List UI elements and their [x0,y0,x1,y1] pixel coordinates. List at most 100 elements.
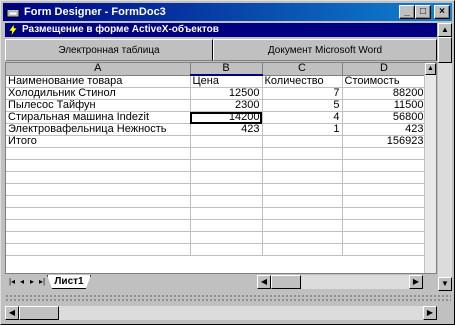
table-cell[interactable] [342,231,427,244]
table-cell[interactable]: 88200 [342,87,427,100]
table-cell[interactable]: 5 [262,99,343,112]
outer-horizontal-scrollbar[interactable]: ◀ ▶ [5,306,437,320]
table-cell[interactable] [342,219,427,232]
maximize-button[interactable]: □ [415,5,431,19]
sheet-scroll-up-arrow-icon[interactable]: ▲ [425,63,436,75]
table-cell[interactable]: Электровафельница Нежность [6,123,191,136]
table-cell[interactable]: 2300 [190,99,263,112]
table-cell[interactable] [190,219,263,232]
table-cell[interactable]: Стоимость [342,75,427,88]
tab-spreadsheet[interactable]: Электронная таблица [5,39,213,61]
table-cell[interactable] [342,195,427,208]
form-grid-dots [5,294,451,302]
table-cell[interactable] [6,219,191,232]
table-cell[interactable] [342,207,427,220]
sheet-scroll-right-arrow-icon[interactable]: ▶ [409,275,423,289]
subwindow-title: Размещение в форме ActiveX-объектов [22,24,219,35]
table-cell[interactable] [190,135,263,148]
table-cell[interactable]: 11500 [342,99,427,112]
scroll-thumb[interactable] [438,37,452,63]
table-cell[interactable] [262,147,343,160]
table-cell[interactable] [262,183,343,196]
table-cell[interactable]: Количество [262,75,343,88]
table-cell[interactable] [190,159,263,172]
table-cell[interactable] [262,171,343,184]
table-cell[interactable]: 12500 [190,87,263,100]
table-cell[interactable]: 1 [262,123,343,136]
table-cell[interactable]: 7 [262,87,343,100]
table-cell[interactable]: 4 [262,111,343,124]
spreadsheet-grid[interactable]: A B C D Наименование товара Цена Количеств… [6,63,427,256]
column-header-c[interactable]: C [262,63,343,76]
table-cell[interactable] [342,183,427,196]
table-cell[interactable] [6,231,191,244]
table-cell[interactable] [262,195,343,208]
table-cell[interactable] [342,147,427,160]
close-button[interactable]: × [434,5,450,19]
title-bar[interactable]: Form Designer - FormDoc3 _ □ × [3,3,452,21]
table-cell[interactable] [342,159,427,172]
table-row [6,171,427,184]
column-header-d[interactable]: D [342,63,427,76]
table-cell[interactable] [6,207,191,220]
table-cell[interactable] [190,171,263,184]
table-cell[interactable]: 156923 [342,135,427,148]
table-cell[interactable] [190,231,263,244]
table-cell[interactable]: Пылесос Тайфун [6,99,191,112]
sheet-tab[interactable]: Лист1 [47,275,91,289]
table-cell[interactable] [190,243,263,256]
form-designer-icon[interactable] [6,5,20,19]
scroll-corner [438,306,452,320]
table-cell[interactable] [342,171,427,184]
table-cell[interactable] [262,219,343,232]
column-header-b[interactable]: B [190,63,263,76]
table-cell[interactable] [6,159,191,172]
table-row: Итого 156923 [6,135,427,148]
table-cell[interactable] [190,207,263,220]
tab-word-document[interactable]: Документ Microsoft Word [213,39,437,61]
table-row [6,219,427,232]
table-row: Пылесос Тайфун 2300 5 11500 [6,99,427,112]
table-cell[interactable] [190,147,263,160]
table-cell[interactable] [190,195,263,208]
table-cell[interactable] [190,183,263,196]
next-sheet-icon[interactable]: ▸ [27,276,37,288]
minimize-button[interactable]: _ [399,5,415,19]
table-cell[interactable]: Наименование товара [6,75,191,88]
table-cell[interactable] [262,207,343,220]
table-cell[interactable] [6,147,191,160]
sheet-vertical-scrollbar[interactable]: ▲ [424,63,436,273]
spreadsheet[interactable]: A B C D Наименование товара Цена Количеств… [5,62,437,274]
table-cell[interactable] [342,243,427,256]
subwindow-title-bar[interactable]: Размещение в форме ActiveX-объектов [5,23,437,37]
table-cell[interactable]: 423 [190,123,263,136]
table-cell[interactable]: Итого [6,135,191,148]
column-header-a[interactable]: A [6,63,191,76]
table-cell[interactable]: Стиральная машина Indezit [6,111,191,124]
table-cell[interactable]: 56800 [342,111,427,124]
scroll-up-arrow-icon[interactable]: ▲ [438,23,452,37]
hscroll-thumb[interactable] [19,306,59,320]
table-cell[interactable] [6,243,191,256]
table-cell[interactable] [262,135,343,148]
scroll-left-arrow-icon[interactable]: ◀ [5,306,19,320]
table-cell[interactable]: Цена [190,75,263,88]
sheet-hscroll-thumb[interactable] [271,275,301,289]
table-cell[interactable]: Холодильник Стинол [6,87,191,100]
scroll-down-arrow-icon[interactable]: ▼ [438,277,452,291]
table-cell[interactable]: 14200 [190,111,263,124]
prev-sheet-icon[interactable]: ◂ [17,276,27,288]
table-cell[interactable] [6,183,191,196]
first-sheet-icon[interactable]: |◂ [7,276,17,288]
table-cell[interactable] [262,231,343,244]
table-cell[interactable] [6,171,191,184]
table-cell[interactable] [262,159,343,172]
last-sheet-icon[interactable]: ▸| [37,276,47,288]
outer-vertical-scrollbar[interactable]: ▲ ▼ [438,23,452,291]
sheet-scroll-left-arrow-icon[interactable]: ◀ [257,275,271,289]
table-cell[interactable] [262,243,343,256]
scroll-right-arrow-icon[interactable]: ▶ [423,306,437,320]
sheet-horizontal-scrollbar[interactable]: ◀ ▶ [257,275,423,289]
table-cell[interactable] [6,195,191,208]
table-cell[interactable]: 423 [342,123,427,136]
